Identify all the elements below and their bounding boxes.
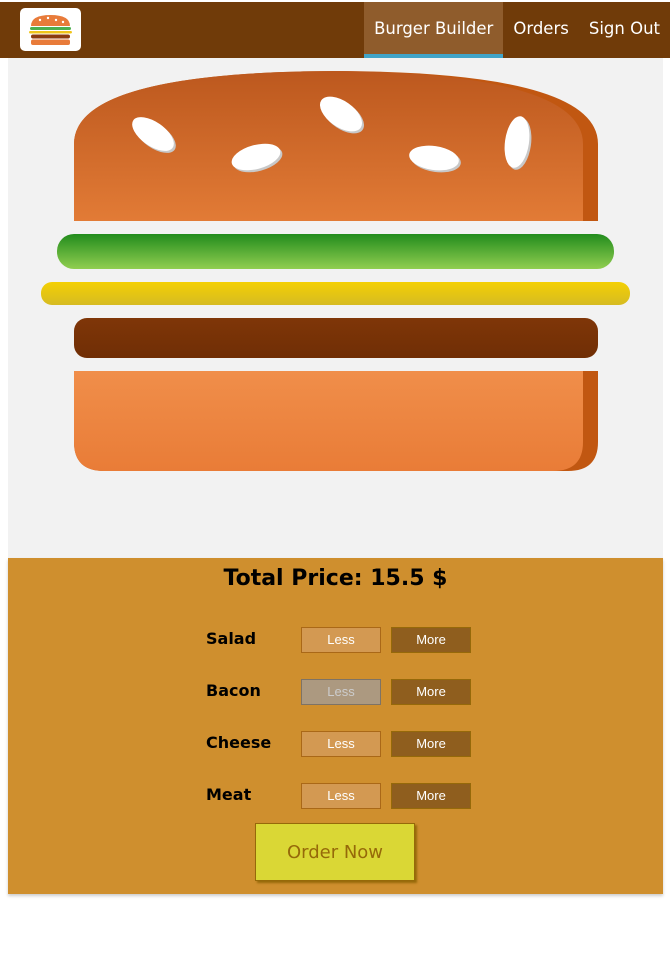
cheese-less-button[interactable]: Less [301,731,381,757]
control-meat: Meat Less More [206,783,486,809]
price-value: 15.5 [370,566,425,591]
nav-orders[interactable]: Orders [503,2,579,58]
control-label: Bacon [206,681,261,700]
burger-illustration [41,71,630,471]
burger-logo-icon [29,15,72,45]
control-salad: Salad Less More [206,627,486,653]
salad-less-button[interactable]: Less [301,627,381,653]
total-price: Total Price: 15.5 $ [8,566,663,591]
order-now-button[interactable]: Order Now [255,823,415,881]
bread-bottom [74,371,598,471]
nav-sign-out[interactable]: Sign Out [579,2,670,58]
burger-preview [8,58,663,558]
toolbar: Burger Builder Orders Sign Out [0,2,670,58]
control-label: Cheese [206,733,272,752]
price-label: Total Price: [223,566,363,591]
navigation-items: Burger Builder Orders Sign Out [364,2,670,58]
meat-more-button[interactable]: More [391,783,471,809]
bread-top [74,71,598,221]
ingredient-salad [57,234,614,269]
control-label: Salad [206,629,257,648]
bacon-more-button[interactable]: More [391,679,471,705]
salad-more-button[interactable]: More [391,627,471,653]
control-cheese: Cheese Less More [206,731,486,757]
price-currency: $ [432,566,448,591]
ingredient-cheese [41,282,630,305]
nav-burger-builder[interactable]: Burger Builder [364,2,504,58]
ingredient-meat [74,318,598,358]
build-controls: Total Price: 15.5 $ Salad Less More Baco… [8,558,663,894]
cheese-more-button[interactable]: More [391,731,471,757]
bacon-less-button[interactable]: Less [301,679,381,705]
control-label: Meat [206,785,252,804]
meat-less-button[interactable]: Less [301,783,381,809]
control-bacon: Bacon Less More [206,679,486,705]
logo[interactable] [20,8,81,51]
